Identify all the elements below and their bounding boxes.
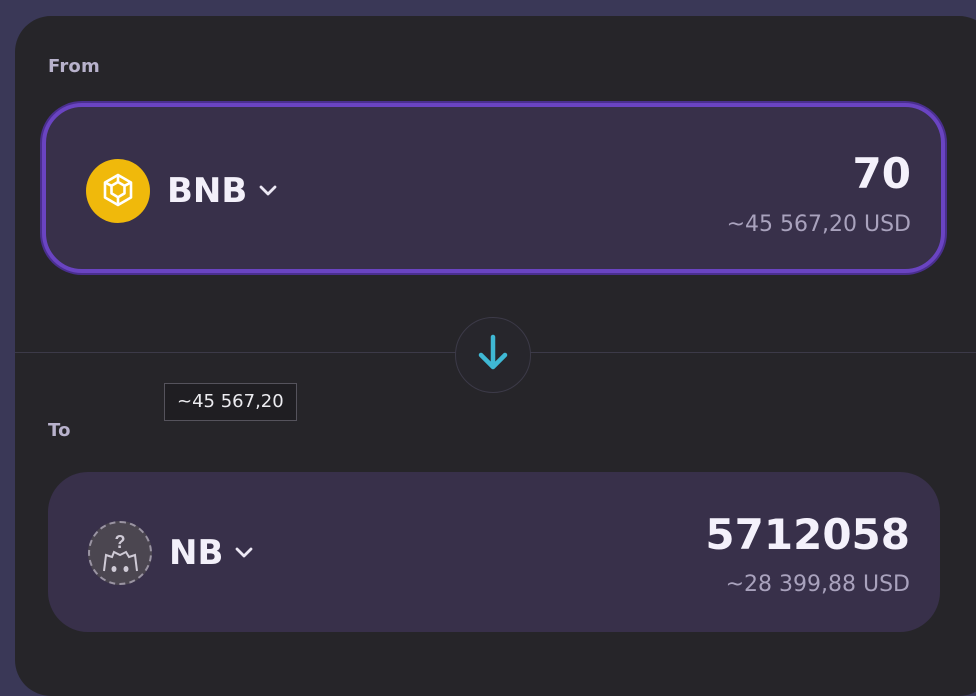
from-token-symbol: BNB [167,171,248,211]
from-token-selector[interactable]: BNB [86,159,279,223]
from-label: From [48,56,100,77]
to-amount[interactable]: 5712058 [705,510,910,559]
to-token-selector[interactable]: ? NB [88,521,255,585]
svg-text:?: ? [115,532,126,552]
to-usd-value: ~28 399,88 USD [725,572,910,597]
from-usd-value: ~45 567,20 USD [726,212,911,237]
chevron-down-icon [233,542,255,564]
bnb-logo-icon [86,159,150,223]
to-label: To [48,420,71,441]
swap-panel: From BNB 70 ~45 567,20 USD To ? NB 57120… [15,16,976,696]
to-token-card[interactable]: ? NB 5712058 ~28 399,88 USD [48,472,940,632]
arrow-down-icon [475,333,511,377]
to-token-symbol: NB [169,533,224,573]
swap-direction-button[interactable] [455,317,531,393]
unknown-token-icon: ? [88,521,152,585]
usd-tooltip: ~45 567,20 [164,383,297,421]
chevron-down-icon [257,180,279,202]
from-token-card[interactable]: BNB 70 ~45 567,20 USD [42,103,945,273]
from-amount[interactable]: 70 [853,149,911,198]
